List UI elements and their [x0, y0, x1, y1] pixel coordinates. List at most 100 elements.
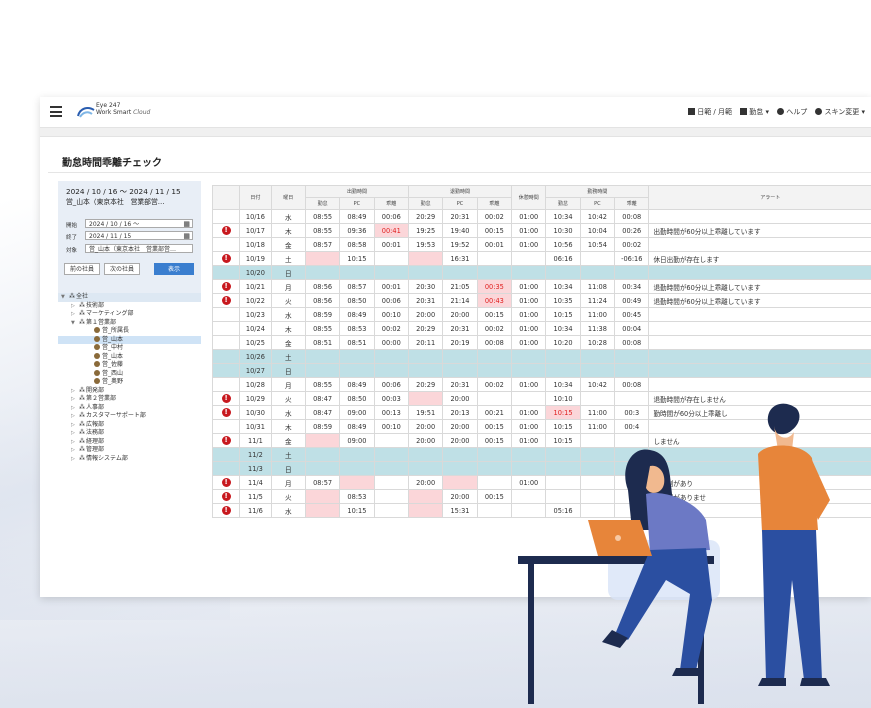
expand-toggle-icon[interactable]: ▷ — [71, 455, 79, 464]
nav-help[interactable]: ヘルプ — [777, 108, 807, 116]
date-cell: 10/31 — [239, 419, 272, 434]
nav-attendance-label: 勤怠 ▾ — [749, 108, 769, 116]
alert-icon[interactable]: ! — [221, 478, 231, 487]
show-button[interactable]: 表示 — [154, 263, 194, 275]
tree-node[interactable]: ▷ ⁂技術部 — [58, 302, 201, 311]
tree-node[interactable]: 営_山本 — [58, 335, 201, 344]
tree-node-label: 営_西山 — [102, 369, 124, 377]
time-cell — [304, 349, 341, 364]
time-cell: 08:49 — [339, 307, 375, 322]
table-row[interactable]: 10/20 日 — [212, 265, 871, 280]
dow-cell: 水 — [270, 503, 306, 518]
tree-node[interactable]: 営_所属長 — [58, 327, 201, 336]
nav-skin[interactable]: スキン変更 ▾ — [815, 108, 865, 116]
sub-header-8: 乖離 — [614, 197, 650, 210]
time-cell — [579, 265, 616, 280]
time-cell: 20:13 — [442, 405, 478, 420]
time-cell: 08:49 — [339, 377, 375, 392]
next-employee-button[interactable]: 次の社員 — [104, 263, 140, 275]
time-cell: 01:00 — [511, 279, 547, 294]
table-row[interactable]: 10/27 日 — [212, 363, 871, 378]
tree-node[interactable]: ▷ ⁂法務部 — [58, 429, 201, 438]
row-alert-cell: ! — [212, 391, 241, 406]
expand-toggle-icon[interactable]: ▼ — [61, 293, 69, 302]
tree-node[interactable]: 営_西山 — [58, 369, 201, 379]
alert-icon[interactable]: ! — [221, 394, 231, 403]
date-cell: 10/25 — [239, 335, 272, 350]
tree-node[interactable]: ▷ ⁂経理部 — [58, 438, 201, 447]
hamburger-menu-icon[interactable] — [50, 106, 62, 117]
alert-icon[interactable]: ! — [221, 408, 231, 417]
time-cell — [511, 349, 547, 364]
tree-node-label: 技術部 — [86, 301, 105, 309]
tree-node[interactable]: 営_佐藤 — [58, 361, 201, 370]
expand-toggle-icon[interactable]: ▷ — [71, 310, 79, 319]
table-row[interactable]: ! 10/22 火 08:56 08:50 00:06 20:31 21:14 00:43 01:… — [212, 293, 871, 308]
row-alert-cell — [212, 335, 241, 350]
alert-icon[interactable]: ! — [221, 506, 231, 515]
row-alert-cell — [212, 321, 241, 336]
expand-toggle-icon[interactable]: ▷ — [71, 387, 79, 396]
expand-toggle-icon[interactable]: ▷ — [71, 404, 79, 413]
tree-node[interactable]: ▷ ⁂管理部 — [58, 446, 201, 455]
tree-node[interactable]: ▷ ⁂広報部 — [58, 421, 201, 430]
alert-icon[interactable]: ! — [221, 226, 231, 235]
alert-icon[interactable]: ! — [221, 282, 231, 291]
calendar-icon[interactable]: ▦ — [183, 220, 190, 228]
table-row[interactable]: 10/26 土 — [212, 349, 871, 364]
table-row[interactable]: 10/25 金 08:51 08:51 00:00 20:11 20:19 00:08 01:0… — [212, 335, 871, 350]
alert-icon[interactable]: ! — [221, 254, 231, 263]
alert-icon[interactable]: ! — [221, 296, 231, 305]
start-date-field[interactable]: 2024 / 10 / 16 ～ ▦ — [85, 219, 193, 228]
tree-node[interactable]: ▷ ⁂情報システム部 — [58, 455, 201, 464]
tree-node[interactable]: 営_奥野 — [58, 378, 201, 387]
org-icon: ⁂ — [79, 437, 85, 445]
nav-attendance[interactable]: 勤怠 ▾ — [740, 108, 769, 116]
tree-node-label: 営_山本 — [102, 335, 124, 343]
time-cell — [442, 475, 478, 490]
expand-toggle-icon[interactable]: ▷ — [71, 302, 79, 311]
tree-node[interactable]: ▼ ⁂第１営業部 — [58, 319, 201, 328]
table-row[interactable]: 10/23 水 08:59 08:49 00:10 20:00 20:00 00:15 01:0… — [212, 307, 871, 322]
tree-node[interactable]: ▷ ⁂カスタマーサポート部 — [58, 412, 201, 421]
time-cell — [442, 265, 478, 280]
alert-icon[interactable]: ! — [221, 492, 231, 501]
time-cell — [304, 461, 341, 476]
table-row[interactable]: 10/24 木 08:55 08:53 00:02 20:29 20:31 00:02 01:0… — [212, 321, 871, 336]
time-cell: 00:03 — [373, 391, 409, 406]
calendar-icon[interactable]: ▦ — [183, 232, 190, 240]
time-cell — [511, 265, 547, 280]
time-cell — [579, 349, 616, 364]
table-row[interactable]: ! 10/19 土 10:15 16:31 06:16 -06:16 休日出勤が存在します — [212, 251, 871, 266]
expand-toggle-icon[interactable]: ▷ — [71, 446, 79, 455]
brand-logo[interactable] — [76, 104, 96, 120]
alert-icon[interactable]: ! — [221, 436, 231, 445]
tree-node[interactable]: ▷ ⁂第２営業部 — [58, 395, 201, 404]
expand-toggle-icon[interactable]: ▷ — [71, 421, 79, 430]
end-date-field[interactable]: 2024 / 11 / 15 ▦ — [85, 231, 193, 240]
prev-employee-button[interactable]: 前の社員 — [64, 263, 100, 275]
table-row[interactable]: 10/18 金 08:57 08:58 00:01 19:53 19:52 00:01 01:0… — [212, 237, 871, 252]
tree-node[interactable]: ▷ ⁂マーケティング部 — [58, 310, 201, 319]
expand-toggle-icon[interactable]: ▷ — [71, 438, 79, 447]
table-row[interactable]: 10/16 水 08:55 08:49 00:06 20:29 20:31 00:02 01:0… — [212, 209, 871, 224]
expand-toggle-icon[interactable]: ▷ — [71, 412, 79, 421]
expand-toggle-icon[interactable]: ▼ — [71, 319, 79, 328]
expand-toggle-icon[interactable]: ▷ — [71, 395, 79, 404]
nav-daily[interactable]: 日範 / 月範 — [688, 108, 732, 116]
time-cell: 00:41 — [373, 223, 409, 238]
target-field[interactable]: 営_山本（東京本社 営業部営… — [85, 244, 193, 253]
tree-node[interactable]: ▷ ⁂人事部 — [58, 404, 201, 413]
tree-node[interactable]: ▼ ⁂全社 — [58, 293, 201, 302]
table-row[interactable]: ! 10/21 月 08:56 08:57 00:01 20:30 21:05 00:35 01:… — [212, 279, 871, 294]
time-cell: 08:47 — [304, 405, 341, 420]
time-cell: 19:51 — [407, 405, 444, 420]
tree-node[interactable]: ▷ ⁂開発部 — [58, 387, 201, 396]
standing-man — [758, 403, 830, 686]
time-cell: 00:26 — [614, 223, 650, 238]
tree-node[interactable]: 営_中村 — [58, 344, 201, 353]
expand-toggle-icon[interactable]: ▷ — [71, 429, 79, 438]
tree-node[interactable]: 営_山本 — [58, 352, 201, 362]
time-cell: 00:06 — [373, 209, 409, 224]
table-row[interactable]: ! 10/17 木 08:55 09:36 00:41 19:25 19:40 00:15 01:… — [212, 223, 871, 238]
